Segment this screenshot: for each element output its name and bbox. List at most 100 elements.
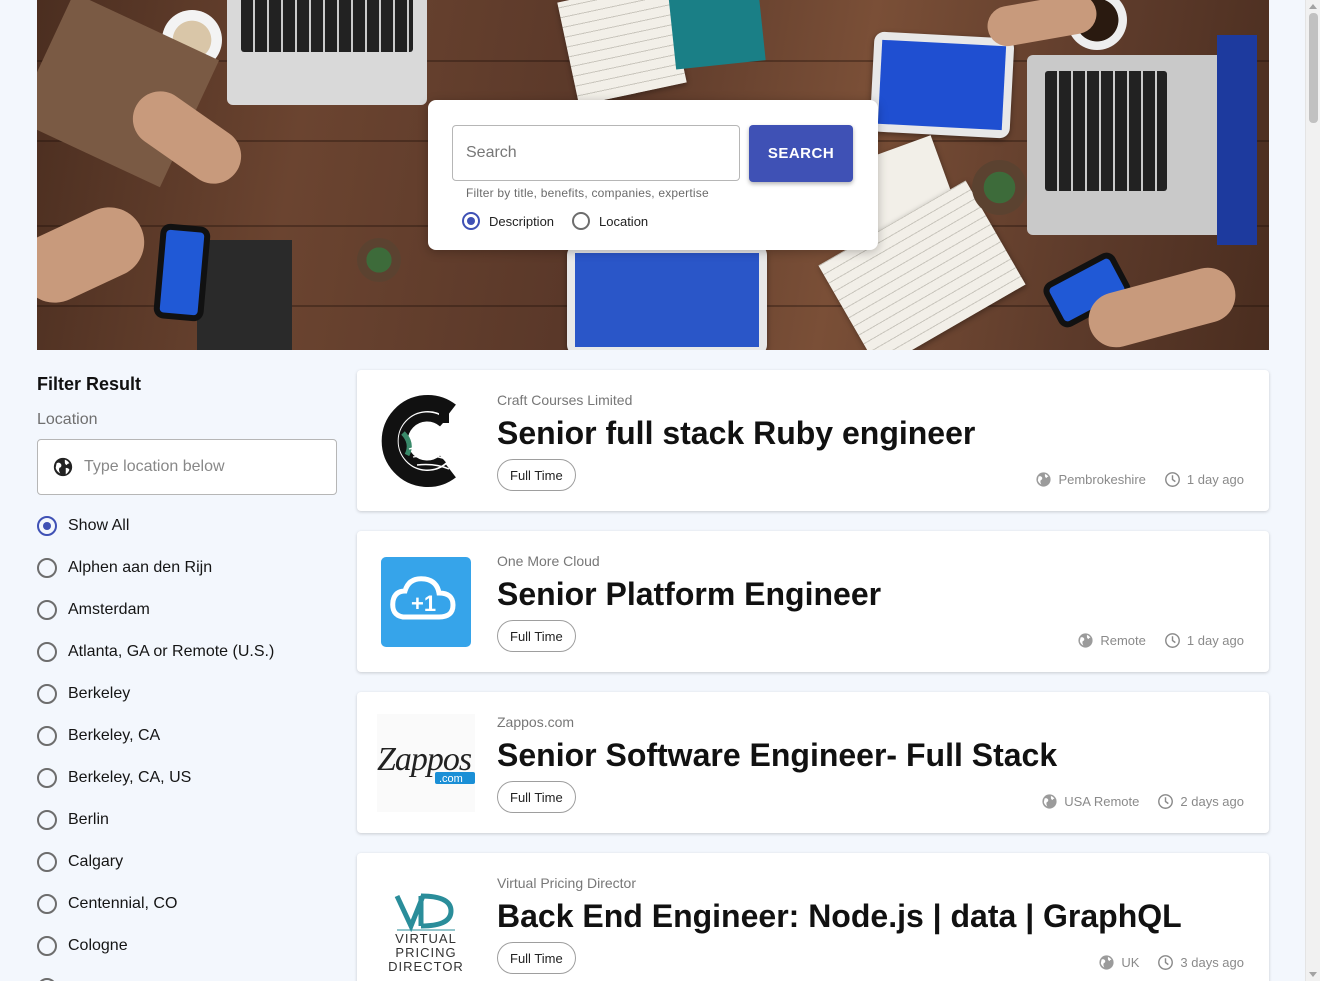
radio-unchecked-icon[interactable] bbox=[37, 852, 57, 872]
radio-unchecked-icon[interactable] bbox=[37, 642, 57, 662]
job-card[interactable]: Craft Courses Limited Senior full stack … bbox=[357, 370, 1269, 511]
location-option-label: Centennial, CO bbox=[68, 895, 178, 912]
job-card[interactable]: +1 One More Cloud Senior Platform Engine… bbox=[357, 531, 1269, 672]
svg-text:VIRTUAL: VIRTUAL bbox=[395, 931, 457, 946]
job-type-chip: Full Time bbox=[497, 459, 576, 491]
location-option[interactable] bbox=[37, 967, 337, 981]
radio-unchecked-icon[interactable] bbox=[37, 726, 57, 746]
search-mode-label: Location bbox=[599, 213, 649, 229]
scroll-down-icon[interactable] bbox=[1309, 972, 1317, 977]
page-scrollbar[interactable] bbox=[1305, 0, 1320, 981]
laptop-image bbox=[227, 0, 427, 105]
svg-text:DIRECTOR: DIRECTOR bbox=[388, 959, 464, 972]
laptop-image bbox=[1027, 55, 1227, 235]
radio-unchecked-icon[interactable] bbox=[37, 600, 57, 620]
radio-unchecked-icon[interactable] bbox=[572, 212, 590, 230]
location-option[interactable]: Cologne bbox=[37, 925, 337, 967]
location-field[interactable] bbox=[37, 439, 337, 495]
location-option-label: Amsterdam bbox=[68, 601, 150, 618]
location-option-label: Cologne bbox=[68, 937, 128, 954]
location-option-label: Show All bbox=[68, 517, 130, 534]
company-name: One More Cloud bbox=[497, 553, 600, 569]
location-list: Show All Alphen aan den Rijn Amsterdam A… bbox=[37, 505, 337, 981]
job-title[interactable]: Senior Platform Engineer bbox=[497, 576, 881, 613]
location-option-label: Alphen aan den Rijn bbox=[68, 559, 213, 576]
teal-book-image bbox=[668, 0, 766, 70]
job-posted-time: 1 day ago bbox=[1186, 472, 1244, 487]
svg-text:PRICING: PRICING bbox=[395, 945, 456, 960]
search-input[interactable] bbox=[452, 125, 740, 181]
filter-title: Filter Result bbox=[37, 374, 142, 394]
notepad-image bbox=[557, 0, 687, 106]
job-title[interactable]: Back End Engineer: Node.js | data | Grap… bbox=[497, 898, 1182, 935]
location-option-label: Berkeley, CA, US bbox=[68, 769, 192, 786]
job-meta: Pembrokeshire 1 day ago bbox=[1035, 471, 1244, 488]
job-list: Craft Courses Limited Senior full stack … bbox=[357, 370, 1269, 981]
svg-text:+1: +1 bbox=[411, 591, 436, 616]
globe-icon bbox=[1042, 794, 1057, 809]
plant-image bbox=[357, 238, 401, 282]
job-card[interactable]: VIRTUAL PRICING DIRECTOR Virtual Pricing… bbox=[357, 853, 1269, 981]
location-option[interactable]: Berkeley bbox=[37, 673, 337, 715]
globe-icon bbox=[1078, 633, 1093, 648]
notebook-image bbox=[197, 240, 292, 350]
globe-icon bbox=[1036, 472, 1052, 487]
scrollbar-thumb[interactable] bbox=[1309, 13, 1318, 123]
search-button[interactable]: SEARCH bbox=[749, 125, 853, 182]
location-option[interactable]: Alphen aan den Rijn bbox=[37, 547, 337, 589]
location-option[interactable]: Centennial, CO bbox=[37, 883, 337, 925]
scroll-up-icon[interactable] bbox=[1309, 4, 1317, 9]
phone-image bbox=[152, 223, 212, 322]
job-title[interactable]: Senior Software Engineer- Full Stack bbox=[497, 737, 1057, 774]
search-mode-description[interactable]: Description bbox=[462, 212, 554, 230]
job-meta: USA Remote 2 days ago bbox=[1041, 793, 1244, 810]
job-type-chip: Full Time bbox=[497, 781, 576, 813]
job-meta: Remote 1 day ago bbox=[1077, 632, 1244, 649]
search-helper-text: Filter by title, benefits, companies, ex… bbox=[466, 186, 709, 200]
location-option[interactable]: Atlanta, GA or Remote (U.S.) bbox=[37, 631, 337, 673]
location-option[interactable]: Amsterdam bbox=[37, 589, 337, 631]
radio-unchecked-icon[interactable] bbox=[37, 684, 57, 704]
job-location: Remote bbox=[1100, 633, 1146, 648]
location-option-label: Calgary bbox=[68, 853, 124, 870]
location-input[interactable] bbox=[84, 458, 314, 476]
job-type-chip: Full Time bbox=[497, 942, 576, 974]
company-name: Craft Courses Limited bbox=[497, 392, 633, 408]
location-option-label: Berkeley, CA bbox=[68, 727, 161, 744]
globe-icon bbox=[53, 457, 73, 477]
company-name: Virtual Pricing Director bbox=[497, 875, 637, 891]
radio-unchecked-icon[interactable] bbox=[37, 936, 57, 956]
radio-checked-icon[interactable] bbox=[462, 212, 480, 230]
tablet-image bbox=[567, 245, 767, 350]
globe-icon bbox=[1099, 955, 1114, 970]
job-location: UK bbox=[1121, 955, 1140, 970]
company-name: Zappos.com bbox=[497, 714, 575, 730]
location-label: Location bbox=[37, 411, 98, 428]
radio-unchecked-icon[interactable] bbox=[37, 894, 57, 914]
location-option[interactable]: Berkeley, CA, US bbox=[37, 757, 337, 799]
location-option[interactable]: Show All bbox=[37, 505, 337, 547]
radio-unchecked-icon[interactable] bbox=[37, 810, 57, 830]
search-mode-location[interactable]: Location bbox=[572, 212, 648, 230]
radio-checked-icon[interactable] bbox=[37, 516, 57, 536]
job-card[interactable]: Zappos .com Zappos.com Senior Software E… bbox=[357, 692, 1269, 833]
job-title[interactable]: Senior full stack Ruby engineer bbox=[497, 415, 975, 452]
location-option[interactable]: Berlin bbox=[37, 799, 337, 841]
job-meta: UK 3 days ago bbox=[1098, 954, 1244, 971]
clock-icon bbox=[1164, 472, 1180, 487]
search-mode-label: Description bbox=[489, 213, 555, 229]
job-posted-time: 2 days ago bbox=[1180, 794, 1244, 809]
plant-image bbox=[972, 160, 1027, 215]
radio-unchecked-icon[interactable] bbox=[37, 558, 57, 578]
location-option[interactable]: Berkeley, CA bbox=[37, 715, 337, 757]
tablet-image bbox=[869, 31, 1015, 139]
one-more-cloud-logo: +1 bbox=[377, 553, 475, 651]
craft-courses-logo bbox=[377, 392, 475, 490]
job-type-chip: Full Time bbox=[497, 620, 576, 652]
job-location: USA Remote bbox=[1064, 794, 1140, 809]
radio-unchecked-icon[interactable] bbox=[37, 768, 57, 788]
svg-text:.com: .com bbox=[439, 773, 463, 785]
location-option-label: Berkeley bbox=[68, 685, 131, 702]
location-option[interactable]: Calgary bbox=[37, 841, 337, 883]
virtual-pricing-director-logo: VIRTUAL PRICING DIRECTOR bbox=[377, 875, 475, 973]
